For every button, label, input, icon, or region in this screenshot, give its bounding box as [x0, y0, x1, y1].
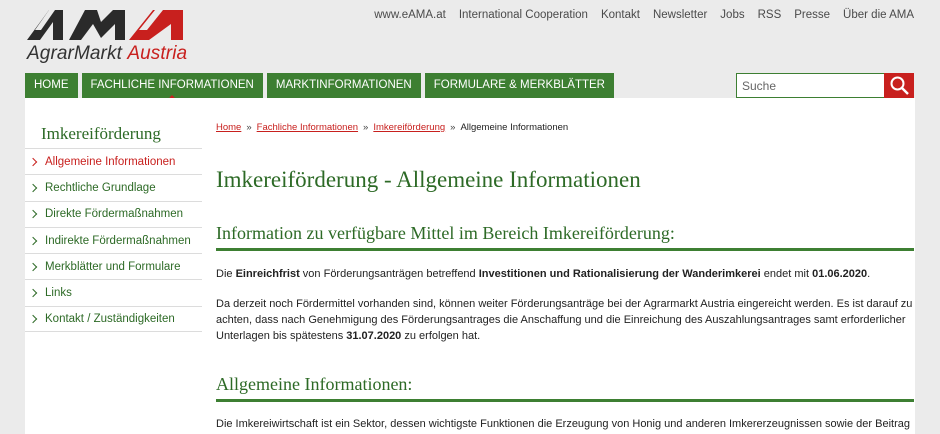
- sidebar-item-label: Direkte Fördermaßnahmen: [45, 208, 184, 221]
- section-divider: [216, 399, 914, 402]
- bold-date: 31.07.2020: [346, 330, 402, 342]
- topnav-eama[interactable]: www.eAMA.at: [374, 9, 446, 21]
- main-navigation: HOME FACHLICHE INFORMATIONEN MARKTINFORM…: [25, 73, 614, 98]
- sidebar-item-label: Links: [45, 287, 72, 300]
- topnav-kontakt[interactable]: Kontakt: [601, 9, 640, 21]
- chevron-right-icon: [28, 183, 38, 193]
- sidebar-title: Imkereiförderung: [41, 124, 161, 143]
- breadcrumb-separator: »: [450, 122, 456, 133]
- top-navigation: www.eAMA.at International Cooperation Ko…: [374, 9, 914, 21]
- topnav-ueber[interactable]: Über die AMA: [843, 9, 914, 21]
- text-run: Da derzeit noch Fördermittel vorhanden s…: [216, 298, 913, 342]
- search-input[interactable]: [736, 73, 885, 98]
- nav-home[interactable]: HOME: [25, 73, 78, 98]
- chevron-right-icon: [28, 157, 38, 166]
- bold-text: Investitionen und Rationalisierung der W…: [478, 268, 761, 280]
- text-run: .: [867, 268, 871, 280]
- breadcrumb-separator: »: [363, 122, 369, 133]
- topnav-presse[interactable]: Presse: [794, 9, 830, 21]
- chevron-right-icon: [28, 314, 38, 324]
- bold-text: Einreichfrist: [235, 268, 300, 280]
- section-heading-verfuegbare-mittel: Information zu verfügbare Mittel im Bere…: [216, 223, 675, 243]
- paragraph-imkereiwirtschaft: Die Imkereiwirtschaft ist ein Sektor, de…: [216, 418, 910, 430]
- sidebar-item-kontakt[interactable]: Kontakt / Zuständigkeiten: [25, 305, 202, 333]
- search-button[interactable]: [884, 73, 914, 98]
- sidebar-item-label: Rechtliche Grundlage: [45, 181, 156, 194]
- breadcrumb-separator: »: [246, 122, 252, 133]
- breadcrumb: Home » Fachliche Informationen » Imkereiförd…: [216, 122, 568, 133]
- text-run: Die: [216, 268, 236, 280]
- nav-marktinformationen[interactable]: MARKTINFORMATIONEN: [266, 73, 421, 98]
- logo-wordmark: AgrarMarkt Austria: [27, 43, 187, 65]
- ama-logo-mark: [27, 10, 183, 40]
- sidebar-item-direkte-foerdermassnahmen[interactable]: Direkte Fördermaßnahmen: [25, 200, 202, 227]
- text-run: von Förderungsanträgen betreffend: [299, 268, 479, 280]
- paragraph-einreichfrist: Die Einreichfrist von Förderungsanträgen…: [216, 266, 916, 282]
- logo-name-b: Austria: [127, 43, 188, 64]
- sidebar-item-label: Indirekte Fördermaßnahmen: [45, 234, 191, 247]
- paragraph-foerdermittel: Da derzeit noch Fördermittel vorhanden s…: [216, 296, 916, 344]
- topnav-rss[interactable]: RSS: [758, 9, 782, 21]
- topnav-international[interactable]: International Cooperation: [459, 9, 588, 21]
- sidebar-item-merkblaetter[interactable]: Merkblätter und Formulare: [25, 253, 202, 279]
- sidebar-item-links[interactable]: Links: [25, 279, 202, 305]
- topnav-jobs[interactable]: Jobs: [720, 9, 744, 21]
- sidebar-item-allgemeine-informationen[interactable]: Allgemeine Informationen: [25, 148, 202, 174]
- chevron-right-icon: [28, 209, 38, 219]
- breadcrumb-current: Allgemeine Informationen: [460, 122, 569, 133]
- chevron-right-icon: [28, 288, 38, 298]
- text-run: zu erfolgen hat.: [401, 330, 481, 342]
- ama-logo[interactable]: AgrarMarkt Austria: [27, 8, 192, 64]
- nav-fachliche-informationen[interactable]: FACHLICHE INFORMATIONEN: [81, 73, 263, 98]
- sidebar-item-indirekte-foerdermassnahmen[interactable]: Indirekte Fördermaßnahmen: [25, 226, 202, 253]
- breadcrumb-fachliche-informationen[interactable]: Fachliche Informationen: [257, 122, 358, 133]
- page-title: Imkereiförderung - Allgemeine Informatio…: [216, 167, 641, 192]
- chevron-right-icon: [28, 236, 38, 245]
- search-icon: [890, 76, 909, 95]
- chevron-right-icon: [28, 262, 38, 272]
- nav-formulare[interactable]: FORMULARE & MERKBLÄTTER: [424, 73, 614, 98]
- sidebar-item-rechtliche-grundlage[interactable]: Rechtliche Grundlage: [25, 174, 202, 200]
- sidebar-item-label: Allgemeine Informationen: [45, 155, 176, 168]
- sidebar-navigation: Allgemeine Informationen Rechtliche Grun…: [25, 148, 202, 333]
- breadcrumb-imkereifoerderung[interactable]: Imkereiförderung: [373, 122, 445, 133]
- logo-name-a: AgrarMarkt: [27, 43, 122, 64]
- sidebar-item-label: Kontakt / Zuständigkeiten: [45, 312, 175, 325]
- section-divider: [216, 248, 914, 251]
- text-run: endet mit: [760, 268, 813, 280]
- topnav-newsletter[interactable]: Newsletter: [653, 9, 707, 21]
- breadcrumb-home[interactable]: Home: [216, 122, 241, 133]
- sidebar-item-label: Merkblätter und Formulare: [45, 260, 181, 273]
- bold-date: 01.06.2020: [812, 268, 868, 280]
- section-heading-allgemeine-informationen: Allgemeine Informationen:: [216, 374, 413, 394]
